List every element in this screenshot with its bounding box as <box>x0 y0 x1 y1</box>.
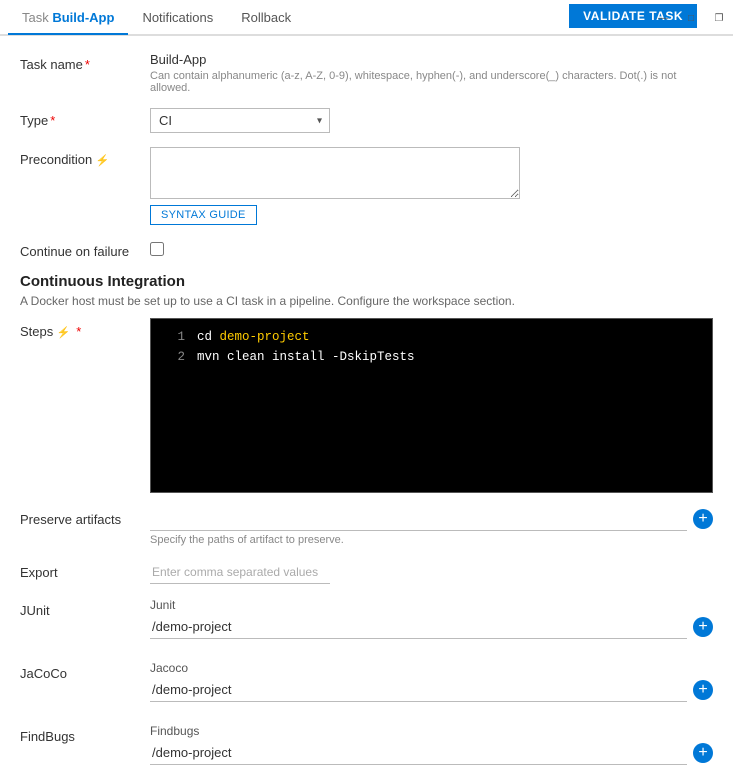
preserve-artifacts-label: Preserve artifacts <box>20 507 150 527</box>
precondition-row: Precondition ⚡ SYNTAX GUIDE <box>20 147 713 225</box>
preserve-artifacts-row: Preserve artifacts + Specify the paths o… <box>20 507 713 546</box>
junit-sublabel: Junit <box>150 598 713 612</box>
junit-add-button[interactable]: + <box>693 617 713 637</box>
syntax-guide-button[interactable]: SYNTAX GUIDE <box>150 205 257 225</box>
jacoco-row: JaCoCo Jacoco + <box>20 661 713 710</box>
tab-bar: Task Build-App Notifications Rollback VA… <box>0 0 733 36</box>
tab-notifications[interactable]: Notifications <box>128 2 227 35</box>
form-content: Task name* Build-App Can contain alphanu… <box>0 36 733 784</box>
findbugs-input-row: + <box>150 741 713 765</box>
tab-rollback[interactable]: Rollback <box>227 2 305 35</box>
code-line-2: 2 mvn clean install -DskipTests <box>161 347 702 367</box>
precondition-label: Precondition ⚡ <box>20 147 150 167</box>
jacoco-input-row: + <box>150 678 713 702</box>
junit-label: JUnit <box>20 598 150 618</box>
jacoco-label: JaCoCo <box>20 661 150 681</box>
jacoco-input[interactable] <box>150 678 687 702</box>
preserve-artifacts-input-row: + <box>150 507 713 531</box>
findbugs-row: FindBugs Findbugs + <box>20 724 713 773</box>
continue-on-failure-label: Continue on failure <box>20 239 150 259</box>
junit-row: JUnit Junit + <box>20 598 713 647</box>
jacoco-add-button[interactable]: + <box>693 680 713 700</box>
tab-task-name: Build-App <box>52 10 114 25</box>
tab-task[interactable]: Task Build-App <box>8 2 128 35</box>
steps-code-editor[interactable]: 1 cd demo-project 2 mvn clean install -D… <box>150 318 713 493</box>
ci-section-title: Continuous Integration <box>20 273 713 290</box>
steps-label: Steps ⚡ * <box>20 318 150 339</box>
continue-on-failure-checkbox[interactable] <box>150 242 164 256</box>
ci-section-header: Continuous Integration A Docker host mus… <box>20 273 713 308</box>
code-line-1: 1 cd demo-project <box>161 327 702 347</box>
export-input[interactable] <box>150 560 330 584</box>
findbugs-sublabel: Findbugs <box>150 724 713 738</box>
type-row: Type* CI Maven Gradle Ant ▾ <box>20 108 713 133</box>
task-name-hint: Can contain alphanumeric (a-z, A-Z, 0-9)… <box>150 70 713 94</box>
findbugs-input[interactable] <box>150 741 687 765</box>
minimize-button[interactable]: — <box>649 0 677 36</box>
steps-row: Steps ⚡ * 1 cd demo-project 2 mvn clean … <box>20 318 713 493</box>
continue-on-failure-field <box>150 239 713 259</box>
continue-on-failure-row: Continue on failure <box>20 239 713 259</box>
precondition-link-icon[interactable]: ⚡ <box>96 155 110 167</box>
precondition-field: SYNTAX GUIDE <box>150 147 713 225</box>
task-name-row: Task name* Build-App Can contain alphanu… <box>20 52 713 94</box>
precondition-textarea[interactable] <box>150 147 520 199</box>
export-field <box>150 560 713 584</box>
type-select[interactable]: CI Maven Gradle Ant <box>150 108 330 133</box>
export-row: Export <box>20 560 713 584</box>
jacoco-field: Jacoco + <box>150 661 713 710</box>
preserve-artifacts-add-button[interactable]: + <box>693 509 713 529</box>
jacoco-sublabel: Jacoco <box>150 661 713 675</box>
steps-field: 1 cd demo-project 2 mvn clean install -D… <box>150 318 713 493</box>
export-label: Export <box>20 560 150 580</box>
type-field: CI Maven Gradle Ant ▾ <box>150 108 713 133</box>
restore-button[interactable]: ❐ <box>705 0 733 36</box>
task-name-value: Build-App <box>150 52 713 67</box>
preserve-artifacts-field: + Specify the paths of artifact to prese… <box>150 507 713 546</box>
window-controls: — □ ❐ <box>649 0 733 36</box>
preserve-artifacts-input[interactable] <box>150 507 687 531</box>
preserve-artifacts-hint: Specify the paths of artifact to preserv… <box>150 534 713 546</box>
findbugs-add-button[interactable]: + <box>693 743 713 763</box>
task-name-label: Task name* <box>20 52 150 72</box>
maximize-button[interactable]: □ <box>677 0 705 36</box>
tab-task-prefix: Task <box>22 10 52 25</box>
junit-input-row: + <box>150 615 713 639</box>
findbugs-field: Findbugs + <box>150 724 713 773</box>
junit-field: Junit + <box>150 598 713 647</box>
type-select-wrapper: CI Maven Gradle Ant ▾ <box>150 108 330 133</box>
findbugs-label: FindBugs <box>20 724 150 744</box>
task-name-field: Build-App Can contain alphanumeric (a-z,… <box>150 52 713 94</box>
ci-section-desc: A Docker host must be set up to use a CI… <box>20 294 713 308</box>
type-label: Type* <box>20 108 150 128</box>
junit-input[interactable] <box>150 615 687 639</box>
steps-link-icon[interactable]: ⚡ <box>57 327 71 339</box>
